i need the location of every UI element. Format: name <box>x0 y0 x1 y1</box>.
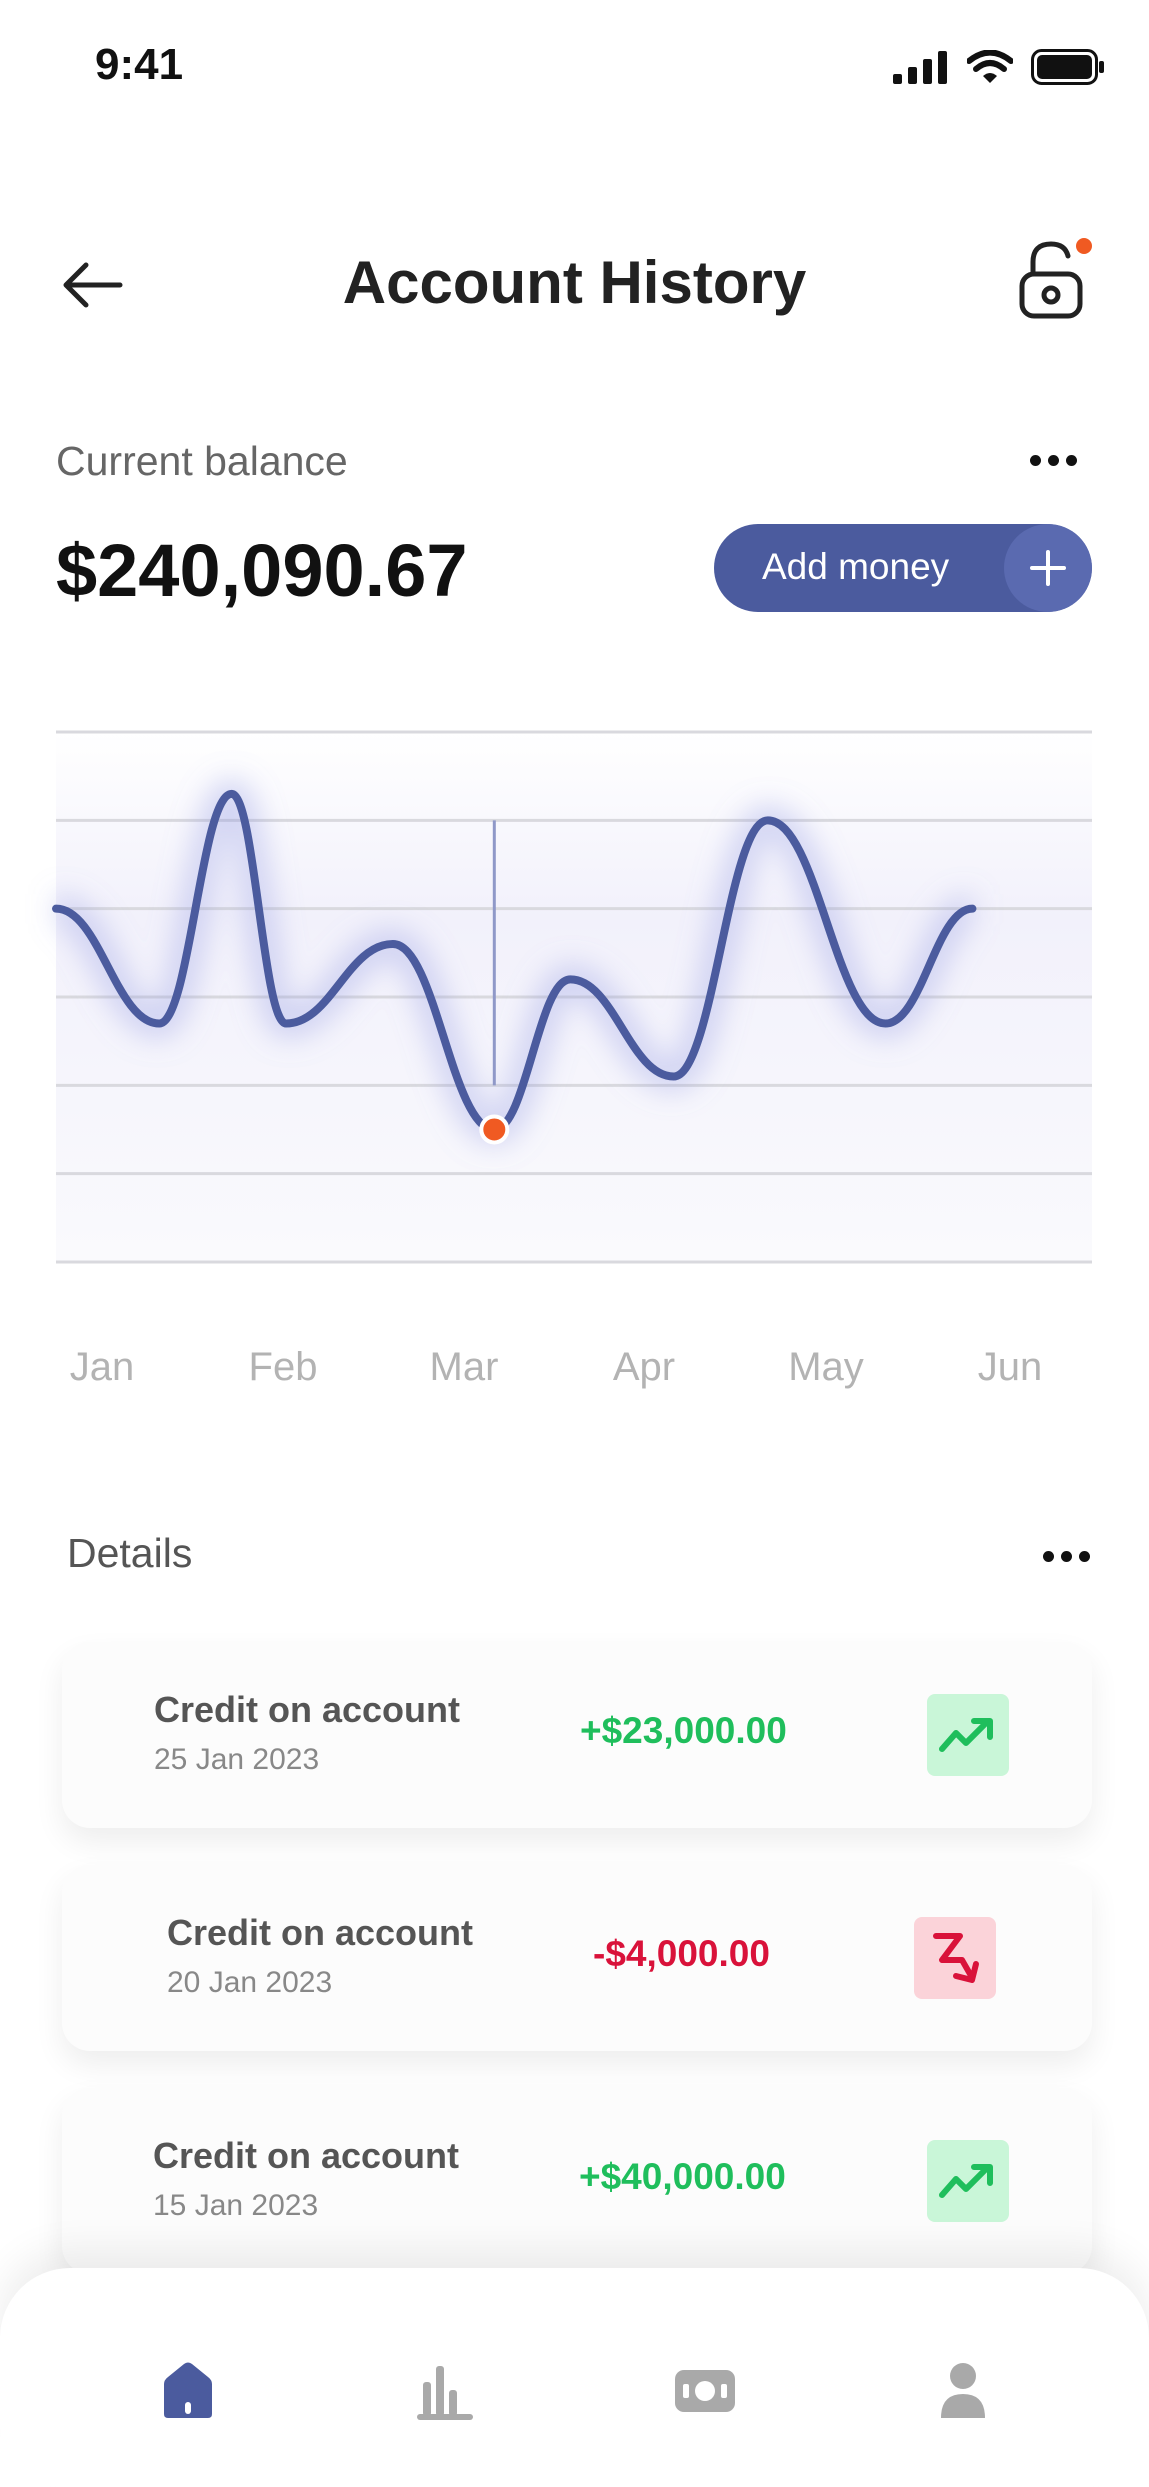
month-label: Feb <box>248 1345 318 1389</box>
signal-icon <box>893 51 947 84</box>
balance-more-button[interactable] <box>1030 448 1086 472</box>
more-dot-icon <box>1048 454 1059 466</box>
chart-x-axis: Jan Feb Mar Apr May Jun <box>0 1345 1149 1395</box>
balance-label: Current balance <box>56 438 348 484</box>
transaction-card[interactable]: Credit on account 25 Jan 2023 +$23,000.0… <box>62 1642 1092 1828</box>
bottom-nav <box>0 2268 1149 2487</box>
details-more-button[interactable] <box>1043 1544 1099 1568</box>
details-title: Details <box>67 1530 193 1576</box>
battery-icon <box>1031 49 1104 85</box>
transaction-title: Credit on account <box>153 2135 460 2176</box>
transaction-amount: +$40,000.00 <box>579 2156 786 2197</box>
transaction-amount: -$4,000.00 <box>593 1933 770 1974</box>
lock-icon <box>1019 238 1092 319</box>
wifi-icon <box>967 50 1013 83</box>
month-label: Apr <box>612 1345 676 1389</box>
balance-amount: $240,090.67 <box>56 529 468 612</box>
status-time: 9:41 <box>95 40 184 89</box>
trend-up-badge <box>927 1694 1009 1776</box>
more-dot-icon <box>1061 1550 1072 1562</box>
transaction-date: 20 Jan 2023 <box>167 1966 333 1999</box>
trend-down-badge <box>914 1917 996 1999</box>
transaction-amount: +$23,000.00 <box>580 1710 787 1751</box>
transaction-card[interactable]: Credit on account 20 Jan 2023 -$4,000.00 <box>62 1865 1092 2051</box>
balance-chart <box>52 730 1092 1264</box>
month-label: May <box>788 1345 864 1389</box>
home-icon <box>164 2362 212 2418</box>
more-dot-icon <box>1043 1550 1054 1562</box>
nav-stats[interactable] <box>410 2356 480 2426</box>
trend-up-icon <box>939 1718 993 1752</box>
trend-down-icon <box>933 1933 979 1983</box>
transaction-title: Credit on account <box>154 1689 461 1730</box>
month-label: Mar <box>429 1345 499 1389</box>
trend-up-icon <box>939 2164 993 2198</box>
nav-profile[interactable] <box>928 2356 998 2426</box>
nav-home[interactable] <box>153 2356 223 2426</box>
money-icon <box>675 2370 735 2412</box>
month-label: Jun <box>977 1345 1043 1389</box>
account-history-screen: 9:41 Account History Current balance $24… <box>0 0 1149 2487</box>
transaction-date: 25 Jan 2023 <box>154 1743 320 1776</box>
page-title: Account History <box>342 249 807 316</box>
transaction-card[interactable]: Credit on account 15 Jan 2023 +$40,000.0… <box>62 2088 1092 2274</box>
status-icons <box>893 45 1105 89</box>
month-label: Jan <box>69 1345 135 1389</box>
notification-dot <box>1076 238 1092 254</box>
add-money-button[interactable]: Add money <box>714 524 1092 612</box>
nav-money[interactable] <box>670 2356 740 2426</box>
profile-icon <box>941 2363 985 2418</box>
more-dot-icon <box>1066 454 1077 466</box>
transaction-date: 15 Jan 2023 <box>153 2189 319 2222</box>
trend-up-badge <box>927 2140 1009 2222</box>
more-dot-icon <box>1079 1550 1090 1562</box>
transaction-title: Credit on account <box>167 1912 474 1953</box>
add-money-label: Add money <box>762 546 950 587</box>
bar-chart-icon <box>417 2366 473 2420</box>
more-dot-icon <box>1030 454 1041 466</box>
plus-icon <box>1004 524 1092 612</box>
selection-marker-dot <box>479 1114 510 1145</box>
lock-button[interactable] <box>1015 232 1095 322</box>
